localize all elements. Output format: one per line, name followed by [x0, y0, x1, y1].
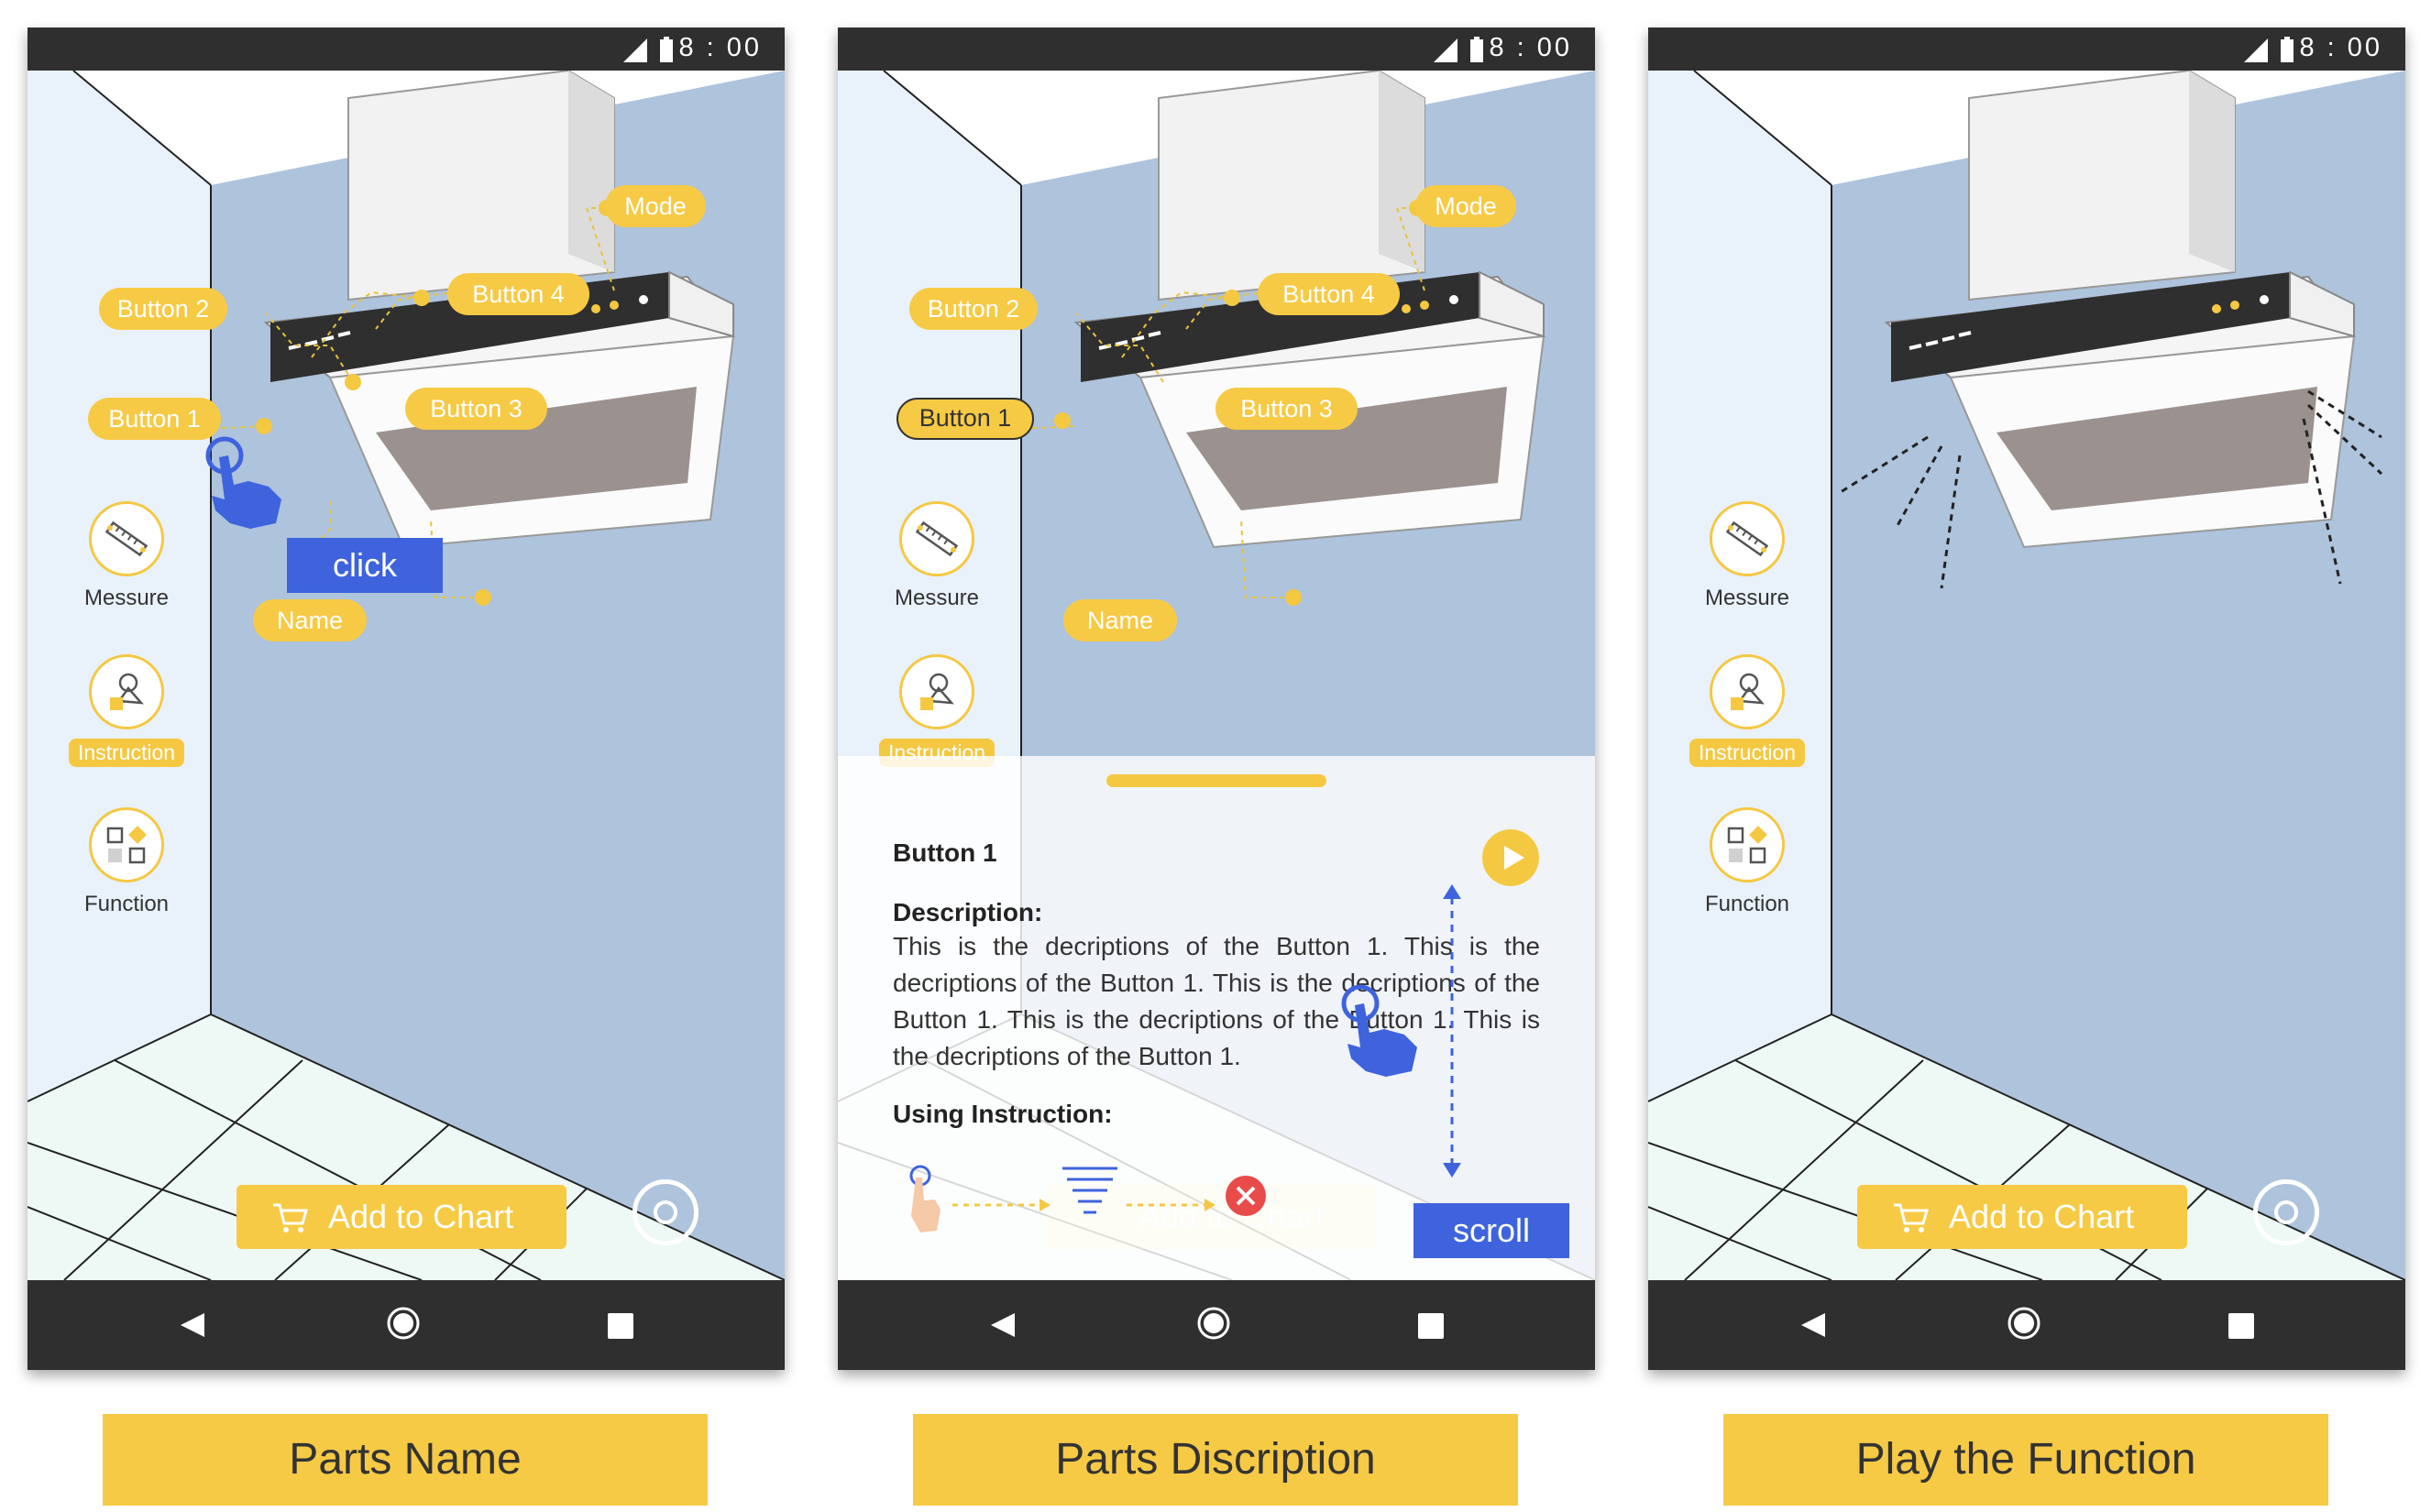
- tag-button-1-selected[interactable]: Button 1: [896, 398, 1034, 440]
- using-instruction-steps: [909, 1165, 1266, 1233]
- finger-tap-icon: [909, 1165, 940, 1233]
- home-icon[interactable]: [1197, 1307, 1230, 1340]
- status-bar: 8 : 00: [28, 27, 785, 71]
- tag-mode[interactable]: Mode: [1415, 185, 1516, 227]
- signal-icon: [2244, 38, 2268, 62]
- back-icon[interactable]: [989, 1311, 1017, 1339]
- signal-icon: [623, 38, 647, 62]
- nav-bar: [28, 1280, 785, 1370]
- side-function-label: Function: [83, 892, 170, 916]
- recent-apps-icon[interactable]: [1418, 1313, 1444, 1339]
- side-function[interactable]: Function: [62, 807, 191, 917]
- back-icon[interactable]: [1799, 1311, 1827, 1339]
- battery-icon: [2281, 37, 2294, 62]
- side-measure-label: Messure: [83, 586, 170, 610]
- ar-scene: Mode Button 2 Button 4 Button 1 Button 3…: [838, 71, 1595, 1308]
- fan-spin-icon: [1062, 1167, 1117, 1214]
- caption-parts-name: Parts Name: [103, 1414, 708, 1506]
- cart-icon: [273, 1203, 308, 1233]
- scroll-callout: scroll: [1414, 1203, 1569, 1258]
- phone-parts-name: 8 : 00 Mode Button 2 Button 4 Button 1 B…: [28, 27, 785, 1370]
- tag-button-4[interactable]: Button 4: [447, 273, 589, 315]
- nav-bar: [1648, 1280, 2405, 1370]
- instruction-icon: [1731, 673, 1765, 710]
- function-grid-icon: [106, 826, 147, 864]
- ar-scene: Messure Instruction Function Add to Char…: [1648, 71, 2405, 1308]
- tag-button-3[interactable]: Button 3: [1216, 388, 1358, 430]
- tag-button-3[interactable]: Button 3: [405, 388, 547, 430]
- tag-button-4[interactable]: Button 4: [1258, 273, 1400, 315]
- side-measure[interactable]: Messure: [62, 501, 191, 611]
- home-icon[interactable]: [387, 1307, 420, 1340]
- cart-icon: [1894, 1203, 1929, 1233]
- instruction-icon: [920, 673, 954, 710]
- battery-icon: [660, 37, 673, 62]
- ruler-icon: [1725, 520, 1769, 557]
- ruler-icon: [915, 520, 959, 557]
- home-icon[interactable]: [2008, 1307, 2040, 1340]
- phone-play-function: 8 : 00 Messure Instruction Function Add …: [1648, 27, 2405, 1370]
- recent-apps-icon[interactable]: [608, 1313, 633, 1339]
- battery-icon: [1470, 37, 1483, 62]
- sheet-title: Button 1: [893, 838, 997, 867]
- side-function[interactable]: Function: [1683, 807, 1811, 917]
- status-bar: 8 : 00: [1648, 27, 2405, 71]
- scroll-arrow-icon: [1443, 884, 1461, 1178]
- status-time: 8 : 00: [1489, 33, 1572, 62]
- side-instruction[interactable]: Instruction: [1683, 654, 1811, 767]
- click-callout: click: [287, 538, 443, 593]
- tag-button-2[interactable]: Button 2: [909, 288, 1038, 330]
- side-instruction[interactable]: Instruction: [62, 654, 191, 767]
- close-icon: [1226, 1176, 1266, 1216]
- side-function-label: Function: [1704, 892, 1790, 916]
- play-button[interactable]: [1482, 829, 1539, 886]
- add-to-cart-button[interactable]: Add to Chart: [1857, 1185, 2187, 1249]
- description-heading: Description:: [893, 898, 1043, 926]
- add-to-cart-label: Add to Chart: [1949, 1198, 2135, 1235]
- hand-scroll-icon: [1341, 984, 1417, 1077]
- caption-parts-description: Parts Discription: [913, 1414, 1518, 1506]
- hand-tap-icon: [205, 436, 281, 529]
- add-to-cart-button[interactable]: Add to Chart: [236, 1185, 566, 1249]
- side-instruction-label: Instruction: [1688, 739, 1806, 767]
- side-instruction-label: Instruction: [68, 739, 185, 767]
- sheet-drag-handle[interactable]: [1106, 774, 1326, 787]
- recent-apps-icon[interactable]: [2228, 1313, 2254, 1339]
- ruler-icon: [104, 520, 148, 557]
- tag-button-2[interactable]: Button 2: [99, 288, 227, 330]
- phone-parts-description: 8 : 00 Mode Button 2 Button 4 Button 1 B…: [838, 27, 1595, 1370]
- ar-scene: Mode Button 2 Button 4 Button 1 Button 3…: [28, 71, 785, 1308]
- back-icon[interactable]: [179, 1311, 206, 1339]
- function-grid-icon: [1727, 826, 1767, 864]
- signal-icon: [1434, 38, 1458, 62]
- status-bar: 8 : 00: [838, 27, 1595, 71]
- instruction-icon: [110, 673, 144, 710]
- side-measure-label: Messure: [1704, 586, 1790, 610]
- nav-bar: [838, 1280, 1595, 1370]
- caption-play-function: Play the Function: [1723, 1414, 2328, 1506]
- add-to-cart-label: Add to Chart: [328, 1198, 514, 1235]
- side-measure-label: Messure: [894, 586, 980, 610]
- side-measure[interactable]: Messure: [1683, 501, 1811, 611]
- status-time: 8 : 00: [2299, 33, 2382, 62]
- side-instruction[interactable]: Instruction: [873, 654, 1001, 767]
- camera-button[interactable]: [2253, 1179, 2319, 1245]
- tag-name[interactable]: Name: [1063, 599, 1177, 641]
- side-measure[interactable]: Messure: [873, 501, 1001, 611]
- using-instruction-heading: Using Instruction:: [893, 1100, 1113, 1128]
- camera-button[interactable]: [632, 1179, 698, 1245]
- tag-mode[interactable]: Mode: [605, 185, 706, 227]
- status-time: 8 : 00: [678, 33, 762, 62]
- tag-name[interactable]: Name: [253, 599, 367, 641]
